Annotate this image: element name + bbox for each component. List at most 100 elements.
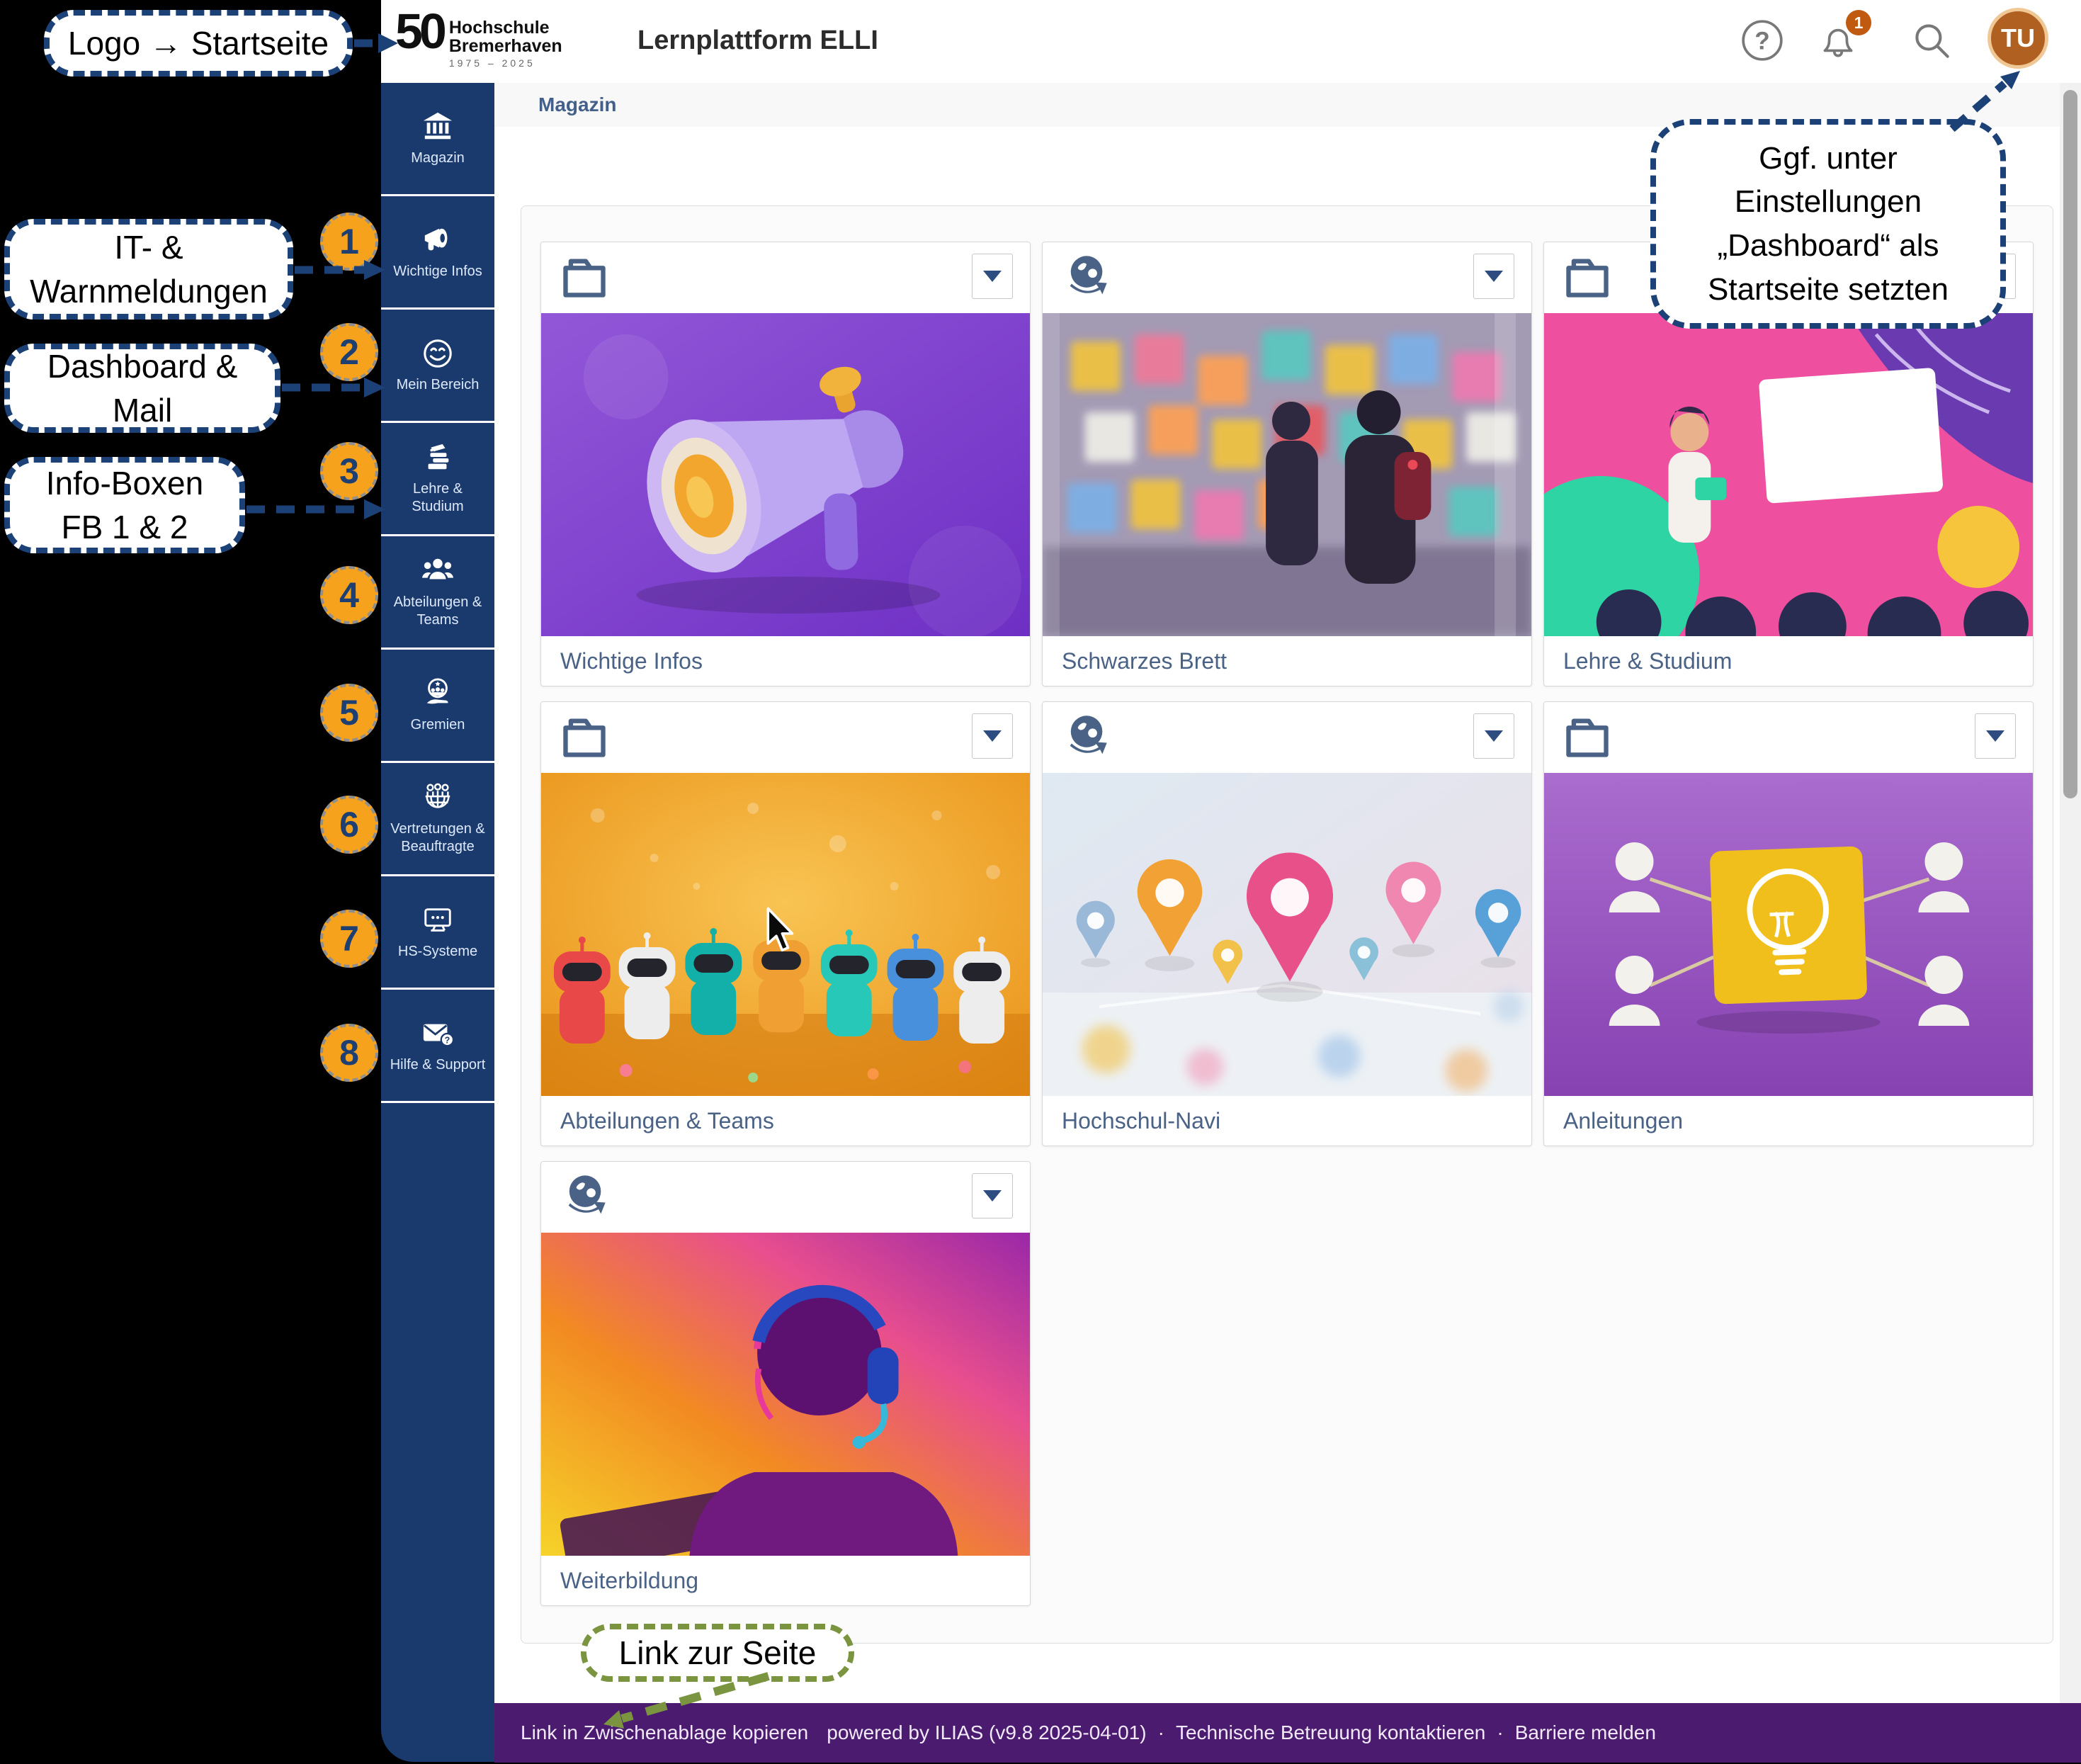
sidebar-item-label: Abteilungen & Teams [381,594,494,629]
card-actions-dropdown[interactable] [1975,713,2016,759]
chevron-down-icon [1986,730,2005,742]
folder-icon [1563,712,1612,762]
weblink-icon [560,1172,609,1221]
annotation-number-6: 6 [320,796,378,854]
sidebar-item-lehre-studium[interactable]: Lehre & Studium [381,423,494,536]
card-title[interactable]: Lehre & Studium [1544,636,2033,686]
monitor-icon [421,904,454,937]
scrollbar-thumb[interactable] [2063,90,2077,798]
callout-info-boxen: Info-Boxen FB 1 & 2 [4,457,245,553]
annotation-number-2: 2 [320,323,378,381]
university-logo[interactable]: 50 Hochschule Bremerhaven 1975 – 2025 [395,9,562,69]
annotation-number-5: 5 [320,684,378,742]
card-title[interactable]: Abteilungen & Teams [541,1096,1030,1146]
sidebar-item-abteilungen-teams[interactable]: Abteilungen & Teams [381,536,494,650]
card-image-presentation [1544,313,2033,636]
card-image-lightbulb [1544,773,2033,1096]
chevron-down-icon [983,271,1002,282]
sidebar-item-vertretungen[interactable]: Vertretungen & Beauftragte [381,763,494,876]
mail-help-icon: ? [421,1017,454,1050]
footer-link-powered-by[interactable]: powered by ILIAS (v9.8 2025-04-01) [827,1721,1146,1744]
logo-years: 1975 – 2025 [449,57,562,69]
annotation-number-8: 8 [320,1024,378,1082]
globe-people-icon [421,781,454,814]
card-title[interactable]: Wichtige Infos [541,636,1030,686]
card-image-robots [541,773,1030,1096]
chevron-down-icon [983,1190,1002,1202]
footer-separator: · [1158,1721,1164,1744]
card-image-headphones-person [541,1233,1030,1556]
card-hochschul-navi[interactable]: Hochschul-Navi [1042,701,1532,1146]
books-icon [421,441,454,474]
chevron-down-icon [1485,271,1503,282]
card-image-map-pins [1043,773,1531,1096]
callout-link-zur-seite: Link zur Seite [581,1624,854,1682]
sidebar-item-label: Lehre & Studium [381,480,494,516]
card-actions-dropdown[interactable] [1473,254,1514,299]
footer-link-support-contact[interactable]: Technische Betreuung kontaktieren [1176,1721,1485,1744]
logo-name-line2: Bremerhaven [449,37,562,55]
chevron-down-icon [983,730,1002,742]
search-icon[interactable] [1908,17,1955,64]
sidebar-item-wichtige-infos[interactable]: Wichtige Infos [381,196,494,310]
card-actions-dropdown[interactable] [972,713,1013,759]
callout-dashboard-startseite: Ggf. unter Einstellungen „Dashboard“ als… [1650,119,2006,329]
megaphone-icon [421,224,454,256]
callout-dashboard-mail: Dashboard & Mail [4,344,280,433]
svg-text:?: ? [1754,27,1769,55]
breadcrumb[interactable]: Magazin [538,94,616,116]
card-actions-dropdown[interactable] [972,1173,1013,1219]
card-weiterbildung[interactable]: Weiterbildung [540,1161,1031,1606]
bank-icon [421,111,454,143]
help-circle-icon[interactable]: ? [1739,17,1786,64]
annotation-number-1: 1 [320,213,378,271]
card-anleitungen[interactable]: Anleitungen [1543,701,2034,1146]
sidebar-item-label: Hilfe & Support [386,1056,490,1074]
sidebar-item-magazin[interactable]: Magazin [381,83,494,196]
annotation-number-7: 7 [320,910,378,968]
notification-badge: 1 [1846,10,1871,35]
card-schwarzes-brett[interactable]: Schwarzes Brett [1042,242,1532,686]
user-avatar[interactable]: TU [1988,8,2048,69]
logo-50-mark: 50 [395,9,443,69]
footer-separator: · [1497,1721,1503,1744]
people-group-icon [421,555,454,587]
sidebar-item-hilfe-support[interactable]: ? Hilfe & Support [381,990,494,1103]
committee-icon [421,677,454,710]
card-title[interactable]: Anleitungen [1544,1096,2033,1146]
sidebar-item-label: Wichtige Infos [389,263,487,281]
annotated-screenshot: 50 Hochschule Bremerhaven 1975 – 2025 Le… [0,0,2081,1764]
card-title[interactable]: Hochschul-Navi [1043,1096,1531,1146]
card-actions-dropdown[interactable] [1473,713,1514,759]
annotation-number-3: 3 [320,442,378,500]
chevron-down-icon [1485,730,1503,742]
footer-link-copy-link[interactable]: Link in Zwischenablage kopieren [521,1721,808,1744]
footer-link-report-barrier[interactable]: Barriere melden [1515,1721,1656,1744]
card-actions-dropdown[interactable] [972,254,1013,299]
sidebar-item-label: Gremien [407,716,470,734]
card-image-sticky-notes [1043,313,1531,636]
folder-icon [560,712,609,762]
footer-bar: Link in Zwischenablage kopieren powered … [494,1703,2081,1763]
weblink-icon [1061,252,1111,302]
sidebar-item-hs-systeme[interactable]: HS-Systeme [381,876,494,990]
smiley-icon [421,337,454,370]
card-title[interactable]: Weiterbildung [541,1556,1030,1605]
bell-icon[interactable]: 1 [1815,17,1861,64]
folder-icon [560,252,609,302]
annotation-number-4: 4 [320,566,378,624]
card-title[interactable]: Schwarzes Brett [1043,636,1531,686]
sidebar-item-gremien[interactable]: Gremien [381,650,494,763]
folder-icon [1563,252,1612,302]
callout-logo-startseite: Logo → Startseite [44,10,353,77]
sidebar-item-label: Mein Bereich [392,376,484,394]
card-abteilungen-teams[interactable]: Abteilungen & Teams [540,701,1031,1146]
sidebar-item-mein-bereich[interactable]: Mein Bereich [381,310,494,423]
sidebar-item-label: Vertretungen & Beauftragte [381,820,494,856]
page-title: Lernplattform ELLI [637,26,878,56]
card-wichtige-infos[interactable]: Wichtige Infos [540,242,1031,686]
repository-panel: Wichtige Infos [521,205,2053,1644]
sidebar-item-label: Magazin [407,149,469,167]
logo-name-line1: Hochschule [449,18,562,37]
callout-it-warnmeldungen: IT- & Warnmeldungen [4,219,293,320]
